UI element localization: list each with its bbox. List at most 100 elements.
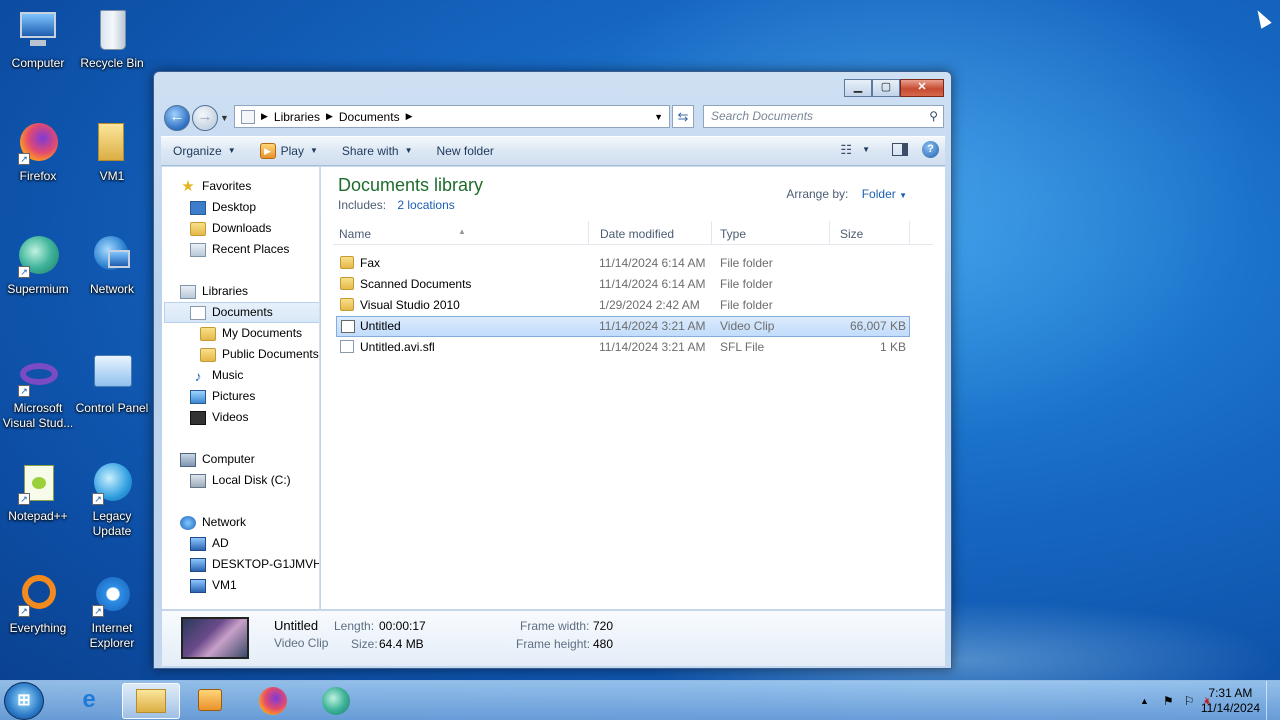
nav-downloads[interactable]: Downloads — [190, 218, 271, 239]
show-hidden-icons-icon[interactable]: ▲ — [1140, 696, 1149, 706]
clock-date: 11/14/2024 — [1200, 701, 1260, 715]
refresh-button[interactable]: ⇆ — [672, 105, 694, 128]
recycle-bin-icon — [90, 8, 134, 52]
nav-libraries[interactable]: Libraries — [180, 281, 248, 302]
address-bar[interactable]: ▶ Libraries ▶ Documents ▶ ▼ — [234, 105, 670, 128]
file-date: 1/29/2024 2:42 AM — [599, 298, 700, 312]
share-with-button[interactable]: Share with ▼ — [330, 140, 425, 162]
column-type[interactable]: Type — [720, 227, 746, 241]
desktop-icon-computer[interactable]: Computer — [0, 8, 76, 71]
breadcrumb-documents[interactable]: Documents — [339, 110, 400, 124]
file-list-pane: Documents library Includes: 2 locations … — [321, 167, 945, 609]
notepadpp-icon: ↗ — [16, 461, 60, 505]
nav-music[interactable]: ♪ Music — [190, 365, 244, 386]
nav-network[interactable]: Network — [180, 512, 246, 533]
search-icon[interactable]: ⚲ — [929, 106, 938, 127]
show-desktop-button[interactable] — [1266, 681, 1280, 720]
desktop-icon-vm1[interactable]: VM1 — [74, 121, 150, 184]
preview-pane-icon[interactable] — [892, 143, 908, 156]
taskbar-supermium[interactable] — [307, 683, 365, 719]
nav-computer[interactable]: Computer — [180, 449, 255, 470]
nav-videos[interactable]: Videos — [190, 407, 248, 428]
play-icon: ▶ — [259, 143, 276, 159]
breadcrumb-arrow-icon[interactable]: ▶ — [406, 111, 413, 122]
clock[interactable]: 7:31 AM 11/14/2024 — [1201, 686, 1260, 716]
taskbar-media-player[interactable] — [181, 683, 239, 719]
desktop-icon-notepadpp[interactable]: ↗ Notepad++ — [0, 461, 76, 524]
column-date-modified[interactable]: Date modified — [600, 227, 674, 241]
column-size[interactable]: Size — [840, 227, 863, 241]
back-button[interactable]: ← — [164, 105, 190, 131]
minimize-button[interactable]: ▁ — [844, 79, 872, 97]
nav-favorites[interactable]: ★ Favorites — [180, 176, 251, 197]
desktop-icon-label: Control Panel — [75, 401, 149, 415]
desktop-icon-internet-explorer[interactable]: ↗ Internet Explorer — [74, 573, 150, 651]
nav-my-documents[interactable]: My Documents — [200, 323, 302, 344]
video-file-icon — [341, 320, 355, 333]
file-date: 11/14/2024 3:21 AM — [599, 319, 706, 333]
videos-icon — [190, 410, 206, 425]
file-row-selected[interactable]: Untitled 11/14/2024 3:21 AM Video Clip 6… — [336, 316, 910, 337]
nav-pictures[interactable]: Pictures — [190, 386, 255, 407]
desktop-icon-network[interactable]: Network — [74, 234, 150, 297]
nav-network-ad[interactable]: AD — [190, 533, 229, 554]
nav-desktop[interactable]: Desktop — [190, 197, 256, 218]
nav-documents[interactable]: Documents — [164, 302, 319, 323]
arrange-label: Arrange by: — [786, 187, 849, 201]
nav-label: Local Disk (C:) — [212, 473, 291, 487]
arrange-value: Folder — [861, 187, 896, 201]
taskbar-firefox[interactable] — [244, 683, 302, 719]
file-row[interactable]: Visual Studio 2010 1/29/2024 2:42 AM Fil… — [336, 295, 910, 316]
desktop-icon-supermium[interactable]: ↗ Supermium — [0, 234, 76, 297]
nav-label: Documents — [212, 305, 273, 319]
nav-network-vm1[interactable]: VM1 — [190, 575, 237, 596]
library-icon — [241, 109, 255, 124]
nav-label: Pictures — [212, 389, 256, 403]
nav-recent-places[interactable]: Recent Places — [190, 239, 289, 260]
nav-network-desktop[interactable]: DESKTOP-G1JMVHA — [190, 554, 319, 575]
desktop-icon-label: Computer — [11, 56, 65, 70]
desktop-icon-recycle-bin[interactable]: Recycle Bin — [74, 8, 150, 71]
change-view-icon[interactable]: ☷ — [840, 142, 852, 158]
desktop-icon-control-panel[interactable]: Control Panel — [74, 353, 150, 416]
ie-icon: e — [82, 686, 96, 713]
new-folder-button[interactable]: New folder — [425, 140, 506, 162]
includes-locations-link[interactable]: 2 locations — [397, 198, 454, 212]
recent-pages-dropdown[interactable]: ▼ — [220, 113, 229, 123]
nav-local-disk[interactable]: Local Disk (C:) — [190, 470, 291, 491]
column-name[interactable]: Name — [339, 227, 371, 241]
action-center-icon[interactable]: ⚑ — [1163, 694, 1174, 708]
breadcrumb-arrow-icon[interactable]: ▶ — [326, 111, 333, 122]
arrange-by-dropdown[interactable]: Folder ▼ — [862, 187, 907, 201]
start-button[interactable]: ⊞ — [4, 682, 44, 720]
breadcrumb-arrow-icon[interactable]: ▶ — [261, 111, 268, 122]
control-panel-icon — [90, 353, 134, 397]
file-row[interactable]: Scanned Documents 11/14/2024 6:14 AM Fil… — [336, 274, 910, 295]
file-row[interactable]: Fax 11/14/2024 6:14 AM File folder — [336, 253, 910, 274]
search-input[interactable]: Search Documents ⚲ — [703, 105, 944, 128]
flag-icon[interactable]: ⚐ — [1184, 694, 1195, 708]
desktop-icon-everything[interactable]: ↗ Everything — [0, 573, 76, 636]
nav-public-documents[interactable]: Public Documents — [200, 344, 319, 365]
help-icon[interactable]: ? — [922, 141, 939, 158]
close-button[interactable]: ✕ — [900, 79, 944, 97]
desktop-icon-firefox[interactable]: ↗ Firefox — [0, 121, 76, 184]
maximize-button[interactable]: ▢ — [872, 79, 900, 97]
folder-icon — [340, 256, 354, 269]
view-dropdown-icon[interactable]: ▼ — [862, 145, 870, 154]
navigation-pane: ★ Favorites Desktop Downloads Recent Plac… — [162, 167, 320, 609]
details-length-label: Length: — [334, 619, 375, 633]
forward-button[interactable]: → — [192, 105, 218, 131]
desktop-icon-legacy-update[interactable]: ↗ Legacy Update — [74, 461, 150, 539]
play-button[interactable]: ▶ Play ▼ — [248, 140, 330, 162]
network-icon — [180, 515, 196, 530]
file-row[interactable]: Untitled.avi.sfl 11/14/2024 3:21 AM SFL … — [336, 337, 910, 358]
taskbar-windows-explorer[interactable] — [122, 683, 180, 719]
taskbar-internet-explorer[interactable]: e — [60, 683, 118, 719]
desktop-icon-label: VM1 — [99, 169, 125, 183]
address-dropdown-icon[interactable]: ▼ — [654, 112, 663, 122]
breadcrumb-libraries[interactable]: Libraries — [274, 110, 320, 124]
desktop-icon-visual-studio[interactable]: ↗ Microsoft Visual Stud... — [0, 353, 76, 431]
desktop-icon-label: Network — [89, 282, 134, 296]
organize-button[interactable]: Organize ▼ — [161, 140, 248, 162]
